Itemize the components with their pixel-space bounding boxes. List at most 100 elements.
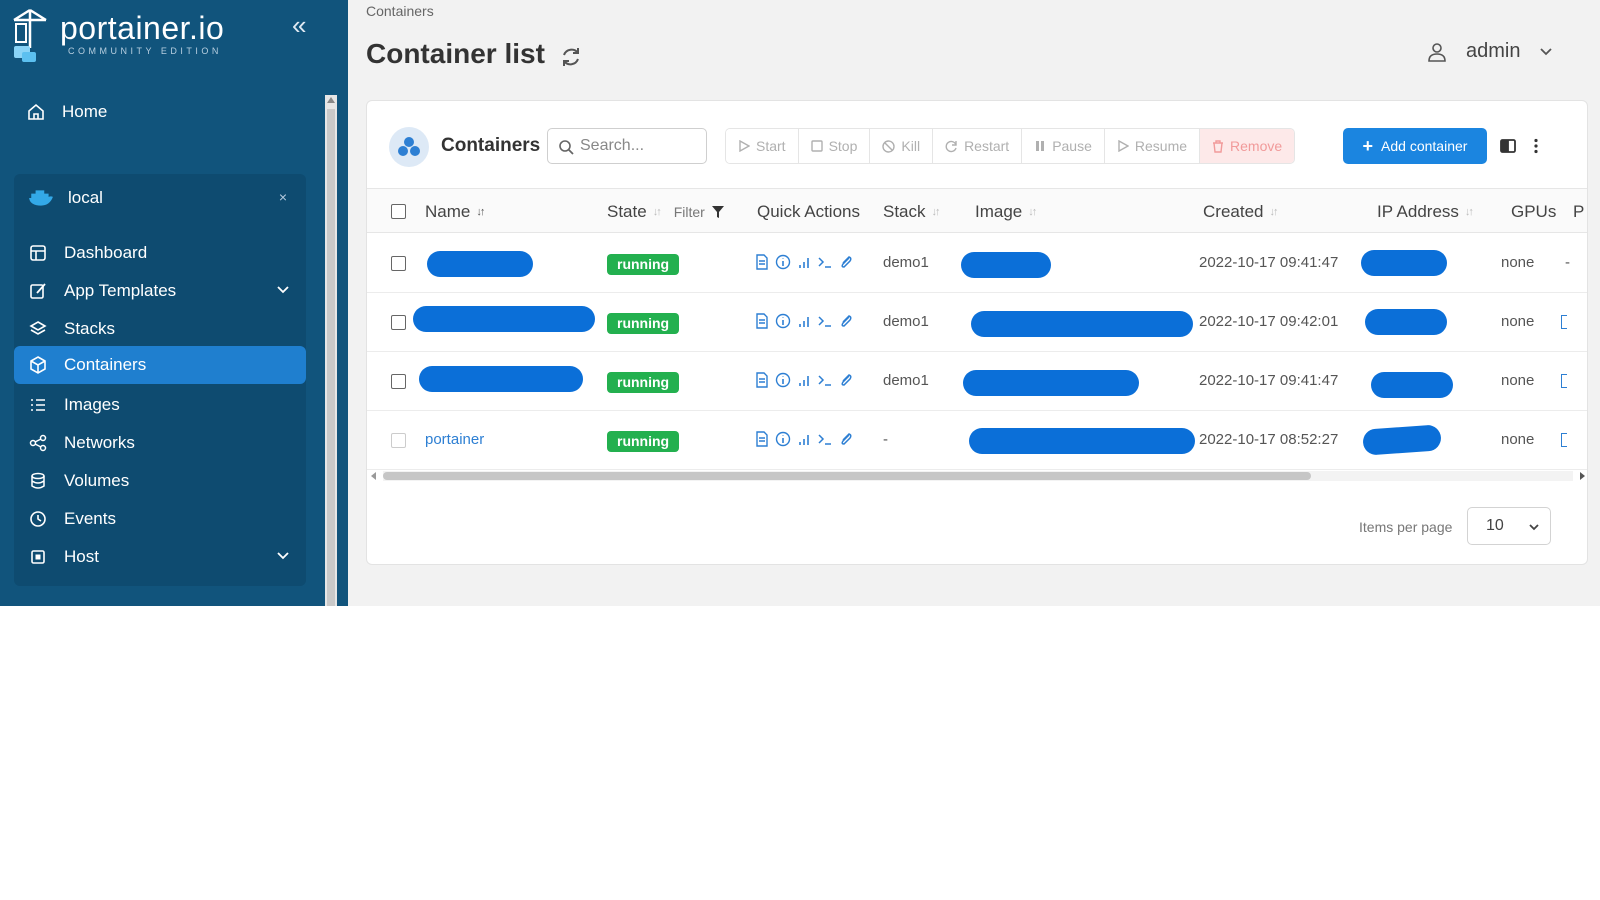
- console-icon[interactable]: [817, 313, 833, 329]
- sidebar-item-home[interactable]: Home: [0, 94, 320, 130]
- scrollbar-thumb[interactable]: [383, 472, 1311, 480]
- stats-icon[interactable]: [797, 431, 811, 447]
- kill-button[interactable]: Kill: [870, 129, 934, 163]
- sidebar-item-app-templates[interactable]: App Templates: [14, 272, 306, 310]
- collapse-sidebar-icon[interactable]: «: [292, 10, 306, 41]
- pause-button[interactable]: Pause: [1022, 129, 1105, 163]
- logs-icon[interactable]: [755, 313, 769, 329]
- stack-cell: demo1: [883, 254, 929, 271]
- scroll-up-arrow-icon[interactable]: [327, 97, 335, 103]
- sidebar-item-containers[interactable]: Containers: [14, 346, 306, 384]
- items-per-page-label: Items per page: [1359, 519, 1453, 535]
- console-icon[interactable]: [817, 431, 833, 447]
- search-box[interactable]: [547, 128, 707, 164]
- table-row[interactable]: running demo1 2022-10-17 09:41:47 none -: [367, 234, 1587, 293]
- column-name[interactable]: Name ↓↑: [425, 202, 485, 222]
- row-checkbox[interactable]: [391, 315, 406, 330]
- column-stack[interactable]: Stack ↓↑: [883, 202, 941, 222]
- table-row[interactable]: running demo1 2022-10-17 09:42:01 none: [367, 293, 1587, 352]
- sidebar-item-dashboard[interactable]: Dashboard: [14, 234, 306, 272]
- column-created[interactable]: Created ↓↑: [1203, 202, 1278, 222]
- scroll-left-arrow-icon[interactable]: [371, 472, 376, 480]
- start-label: Start: [756, 138, 786, 154]
- row-checkbox[interactable]: [391, 256, 406, 271]
- refresh-icon[interactable]: [558, 44, 584, 70]
- state-filter-label[interactable]: Filter: [674, 204, 705, 220]
- sort-icon: ↓↑: [652, 206, 662, 218]
- chevron-down-icon: [1540, 47, 1553, 55]
- scrollbar-thumb[interactable]: [327, 109, 335, 606]
- console-icon[interactable]: [817, 372, 833, 388]
- sidebar-scrollbar[interactable]: [325, 95, 337, 606]
- sidebar-item-images[interactable]: Images: [14, 386, 306, 424]
- row-checkbox[interactable]: [391, 374, 406, 389]
- restart-button[interactable]: Restart: [933, 129, 1023, 163]
- status-badge: running: [607, 313, 680, 334]
- attach-icon[interactable]: [839, 431, 853, 447]
- sidebar-item-label: Dashboard: [64, 243, 148, 262]
- stats-icon[interactable]: [797, 313, 811, 329]
- sidebar-item-label: Images: [64, 395, 120, 414]
- table-horizontal-scrollbar[interactable]: [367, 468, 1587, 484]
- sidebar-item-stacks[interactable]: Stacks: [14, 310, 306, 348]
- info-icon[interactable]: [775, 431, 791, 447]
- sidebar-item-host[interactable]: Host: [14, 538, 306, 576]
- column-image[interactable]: Image ↓↑: [975, 202, 1037, 222]
- stats-icon[interactable]: [797, 254, 811, 270]
- columns-icon[interactable]: [1499, 137, 1517, 155]
- info-icon[interactable]: [775, 254, 791, 270]
- table-row[interactable]: running demo1 2022-10-17 09:41:47 none: [367, 352, 1587, 411]
- remove-label: Remove: [1230, 138, 1283, 154]
- logs-icon[interactable]: [755, 372, 769, 388]
- close-environment-icon[interactable]: ×: [272, 186, 294, 208]
- scroll-right-arrow-icon[interactable]: [1580, 472, 1585, 480]
- logo-subtitle: COMMUNITY EDITION: [68, 46, 222, 56]
- console-icon[interactable]: [817, 254, 833, 270]
- select-all-checkbox[interactable]: [391, 204, 406, 219]
- filter-icon[interactable]: [711, 205, 725, 219]
- chevron-down-icon: [277, 286, 289, 294]
- pause-label: Pause: [1052, 138, 1092, 154]
- widget-toolbar: Containers Start Stop: [367, 101, 1587, 189]
- redacted-ip: [1365, 309, 1447, 335]
- portainer-logo[interactable]: portainer.io COMMUNITY EDITION: [10, 8, 250, 68]
- add-container-button[interactable]: + Add container: [1343, 128, 1487, 164]
- remove-button[interactable]: Remove: [1200, 129, 1295, 163]
- logs-icon[interactable]: [755, 431, 769, 447]
- status-badge: running: [607, 254, 680, 275]
- items-per-page-select[interactable]: 10: [1467, 507, 1551, 545]
- info-icon[interactable]: [775, 313, 791, 329]
- status-badge: running: [607, 372, 680, 393]
- resume-button[interactable]: Resume: [1104, 129, 1201, 163]
- environment-header[interactable]: local ×: [14, 180, 306, 216]
- column-ports[interactable]: P: [1573, 202, 1584, 222]
- dashboard-icon: [30, 245, 46, 261]
- stack-cell: demo1: [883, 313, 929, 330]
- attach-icon[interactable]: [839, 254, 853, 270]
- app-window: portainer.io COMMUNITY EDITION « Home lo…: [0, 0, 1600, 606]
- stats-icon[interactable]: [797, 372, 811, 388]
- search-icon: [559, 140, 574, 155]
- logs-icon[interactable]: [755, 254, 769, 270]
- kill-label: Kill: [901, 138, 921, 154]
- sidebar-item-volumes[interactable]: Volumes: [14, 462, 306, 500]
- breadcrumb[interactable]: Containers: [366, 3, 434, 19]
- attach-icon[interactable]: [839, 313, 853, 329]
- table-row[interactable]: portainer running - 2022-10-17 08:52:27 …: [367, 411, 1587, 470]
- sidebar-item-networks[interactable]: Networks: [14, 424, 306, 462]
- search-input[interactable]: [580, 135, 698, 157]
- redacted-name: [427, 251, 533, 277]
- user-menu[interactable]: admin: [1426, 40, 1554, 63]
- start-button[interactable]: Start: [726, 129, 799, 163]
- stop-button[interactable]: Stop: [798, 129, 871, 163]
- column-ip-address[interactable]: IP Address ↓↑: [1377, 202, 1474, 222]
- info-icon[interactable]: [775, 372, 791, 388]
- column-state[interactable]: State ↓↑ Filter: [607, 202, 725, 222]
- sidebar-item-events[interactable]: Events: [14, 500, 306, 538]
- more-vertical-icon[interactable]: [1527, 137, 1545, 155]
- column-gpus[interactable]: GPUs: [1511, 202, 1556, 222]
- edit-icon: [30, 283, 46, 299]
- container-name-link[interactable]: portainer: [425, 431, 484, 448]
- attach-icon[interactable]: [839, 372, 853, 388]
- row-checkbox[interactable]: [391, 433, 406, 448]
